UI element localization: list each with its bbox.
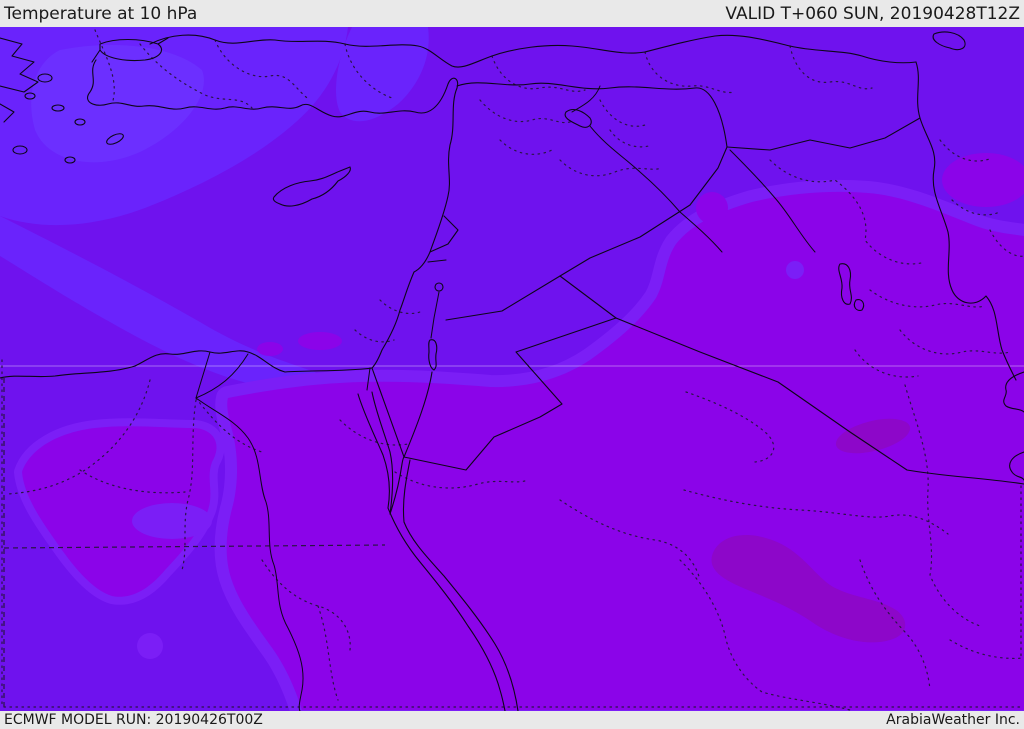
map-title: Temperature at 10 hPa: [4, 3, 198, 24]
footer-bar: ECMWF MODEL RUN: 20190426T00Z ArabiaWeat…: [0, 711, 1024, 729]
band-mid-sudan-dot: [137, 633, 163, 659]
header-bar: Temperature at 10 hPa VALID T+060 SUN, 2…: [0, 0, 1024, 27]
band-warm-syria-spot: [696, 192, 728, 224]
band-mid-iraq-dot: [786, 261, 804, 279]
weather-map: [0, 27, 1024, 711]
temperature-bands: [0, 27, 1024, 711]
valid-time-label: VALID T+060 SUN, 20190428T12Z: [725, 3, 1020, 24]
band-warm-coastal-spot-1: [257, 342, 283, 356]
temperature-map-svg: [0, 27, 1024, 711]
model-run-label: ECMWF MODEL RUN: 20190426T00Z: [4, 712, 263, 728]
band-warm-coastal-spot-2: [298, 332, 342, 350]
band-mid-south-egypt-patch: [132, 503, 212, 539]
credit-label: ArabiaWeather Inc.: [886, 712, 1020, 728]
